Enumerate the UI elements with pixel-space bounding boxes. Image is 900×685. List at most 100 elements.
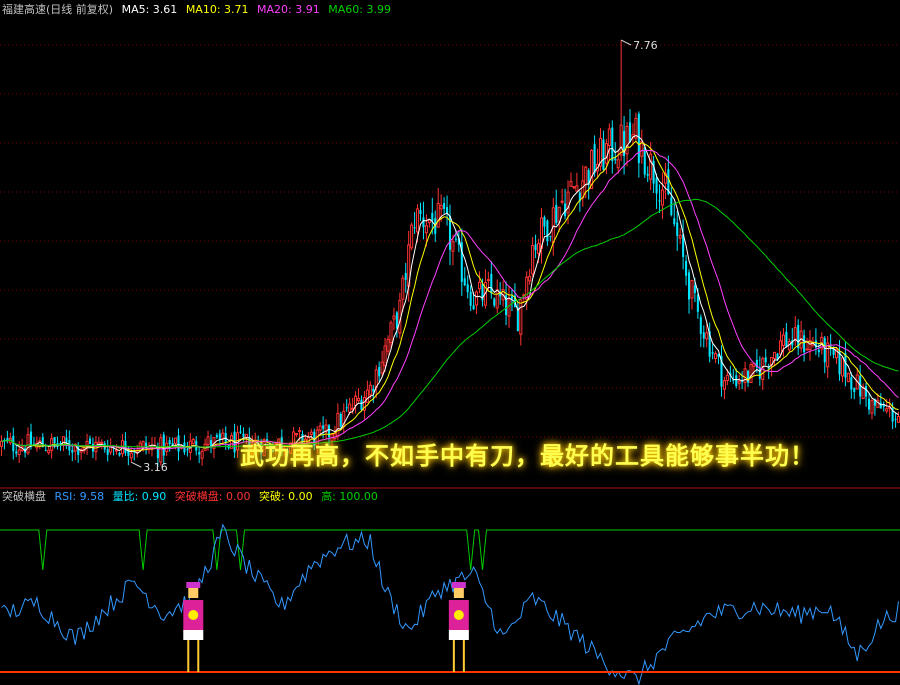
indicator-header: 突破横盘 RSI: 9.58 量比: 0.90 突破横盘: 0.00 突破: 0… xyxy=(2,490,383,504)
candle-body xyxy=(339,414,342,427)
candle-body xyxy=(297,429,302,432)
candle-body xyxy=(690,280,694,299)
candle xyxy=(218,429,221,445)
breakout-range-label: 突破横盘: 0.00 xyxy=(174,490,251,503)
candle-body xyxy=(685,261,688,276)
candle xyxy=(183,434,186,455)
candle xyxy=(380,350,384,378)
candle-body xyxy=(469,291,472,306)
candle-body xyxy=(404,272,407,280)
candle xyxy=(124,432,127,456)
candle xyxy=(395,311,398,338)
candle-body xyxy=(737,380,741,384)
candle-body xyxy=(372,388,375,392)
candle xyxy=(894,412,897,428)
candle-body xyxy=(637,113,640,164)
candle xyxy=(200,448,204,466)
candle-body xyxy=(165,442,169,453)
ma10-label: MA10: 3.71 xyxy=(185,3,249,16)
candle-body xyxy=(17,449,21,456)
candle-body xyxy=(348,403,352,413)
mascot-icons xyxy=(183,582,469,672)
candle xyxy=(882,401,885,412)
candle xyxy=(3,438,6,450)
candle-body xyxy=(803,335,806,353)
candle xyxy=(129,447,133,463)
candle-body xyxy=(177,435,180,452)
moving-average-lines xyxy=(1,135,899,454)
candle-body xyxy=(676,222,679,236)
volratio-label: 量比: 0.90 xyxy=(112,490,167,503)
candle-body xyxy=(853,387,856,393)
candle xyxy=(687,269,691,314)
candle xyxy=(702,325,705,348)
main-chart-header: 福建高速(日线 前复权) MA5: 3.61 MA10: 3.71 MA20: … xyxy=(2,3,396,17)
candle-body xyxy=(879,402,882,409)
candle-body xyxy=(602,139,605,170)
candle xyxy=(870,399,874,420)
candle xyxy=(676,210,679,251)
candle xyxy=(443,197,446,214)
candlestick-series xyxy=(0,40,900,468)
candle xyxy=(398,292,402,339)
candle-body xyxy=(490,273,493,294)
candle xyxy=(145,436,148,455)
candle xyxy=(68,430,71,456)
candle xyxy=(374,364,378,399)
candle xyxy=(17,440,21,464)
candle xyxy=(463,267,466,287)
candle-body xyxy=(534,244,537,251)
breakout-label: 突破: 0.00 xyxy=(258,490,313,503)
candle xyxy=(186,441,189,457)
candle xyxy=(764,349,767,366)
candle-body xyxy=(614,158,617,161)
ma5-label: MA5: 3.61 xyxy=(121,3,178,16)
mascot-hat xyxy=(186,582,201,588)
stock-chart[interactable]: 7.76 3.16 xyxy=(0,0,900,685)
candle-body xyxy=(584,166,588,186)
candle-body xyxy=(536,243,541,254)
candle-body xyxy=(239,431,242,433)
candle xyxy=(658,184,661,213)
candle xyxy=(318,422,322,435)
candle xyxy=(153,437,157,450)
candle-body xyxy=(419,210,422,214)
mascot-icon xyxy=(183,582,204,672)
candle-body xyxy=(735,375,738,387)
candle-body xyxy=(221,432,225,439)
candle-body xyxy=(431,212,434,221)
rsi-label: RSI: 9.58 xyxy=(54,490,105,503)
candle-body xyxy=(15,451,18,454)
candle-body xyxy=(747,370,750,383)
candle-body xyxy=(94,441,98,453)
candle xyxy=(569,172,573,187)
candle-body xyxy=(12,435,15,452)
candle-body xyxy=(383,345,387,367)
candle xyxy=(808,329,812,361)
candle xyxy=(419,202,422,221)
candle-body xyxy=(687,272,691,300)
candle xyxy=(850,372,853,399)
candle-body xyxy=(660,189,664,206)
candle-body xyxy=(823,337,826,363)
candle-body xyxy=(106,449,109,455)
candle xyxy=(555,189,558,226)
candle-body xyxy=(416,208,420,233)
candle-body xyxy=(386,338,390,352)
candle xyxy=(446,195,449,226)
candle xyxy=(528,268,532,285)
candle-body xyxy=(360,399,363,410)
candle xyxy=(495,279,499,314)
candle-body xyxy=(546,220,549,242)
candle xyxy=(165,435,169,457)
candle xyxy=(711,344,714,360)
candle xyxy=(634,112,638,142)
candle xyxy=(814,328,817,356)
candle-body xyxy=(649,153,653,180)
candle-body xyxy=(354,395,358,406)
ma20-line xyxy=(1,149,899,450)
candle xyxy=(823,335,826,374)
candle-body xyxy=(557,206,561,223)
candle xyxy=(682,219,685,270)
candle-body xyxy=(725,374,729,381)
